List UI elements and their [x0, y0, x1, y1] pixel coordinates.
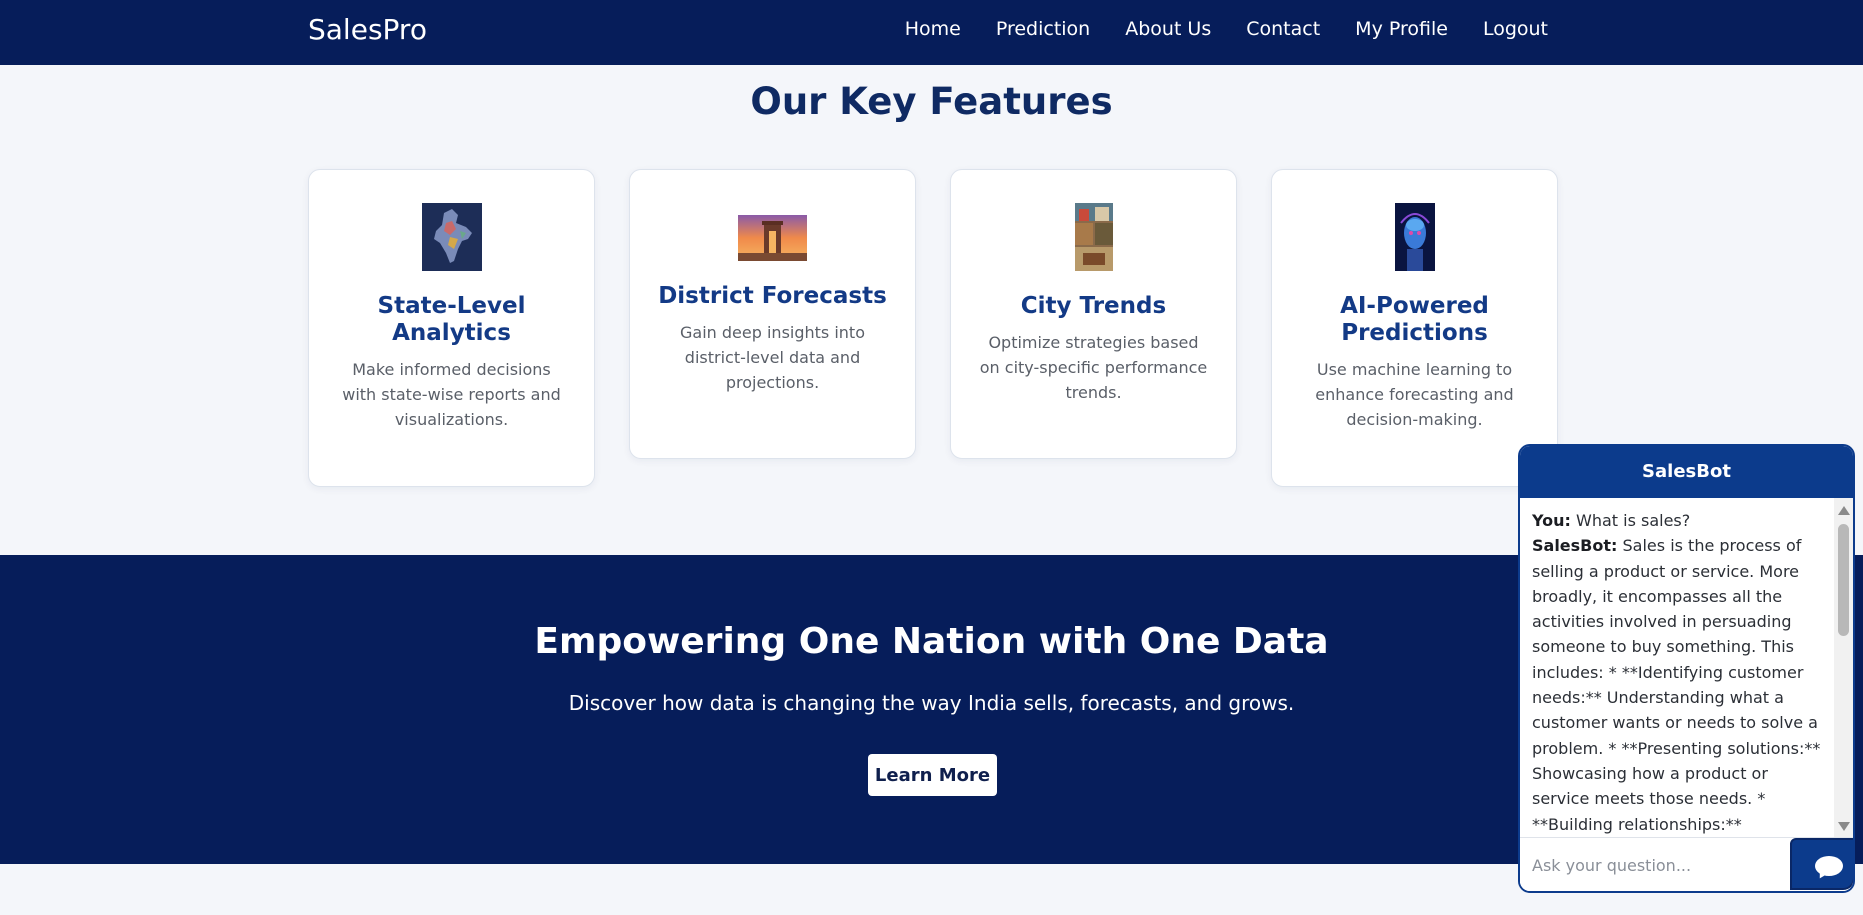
chatbot-widget: SalesBot You: What is sales? SalesBot: S… [1518, 444, 1855, 893]
scroll-up-arrow-icon[interactable] [1838, 506, 1850, 515]
message-text: Sales is the process of selling a produc… [1532, 536, 1821, 834]
chat-scrollbar[interactable] [1834, 498, 1853, 839]
card-title: State-Level Analytics [377, 293, 526, 346]
card-desc: Optimize strategies based on city-specif… [979, 333, 1208, 402]
chat-send-button[interactable] [1790, 838, 1853, 890]
card-desc: Gain deep insights into district-level d… [680, 323, 865, 392]
india-gate-image [738, 215, 807, 261]
message-text: What is sales? [1576, 511, 1691, 530]
india-map-image [421, 203, 482, 271]
chatbot-header: SalesBot [1520, 446, 1853, 498]
nav-contact[interactable]: Contact [1246, 18, 1320, 40]
scrollbar-thumb[interactable] [1838, 524, 1849, 636]
message-sender: SalesBot: [1532, 536, 1618, 556]
feature-card-ai-predictions: AI-Powered Predictions Use machine learn… [1271, 169, 1558, 487]
card-title: City Trends [1020, 293, 1167, 319]
nav-prediction[interactable]: Prediction [996, 18, 1090, 40]
city-collage-image [1074, 203, 1113, 271]
nav-home[interactable]: Home [905, 18, 961, 40]
card-desc: Use machine learning to enhance forecast… [1315, 360, 1514, 429]
features-title: Our Key Features [750, 80, 1113, 123]
card-title: AI-Powered Predictions [1340, 293, 1489, 346]
chat-bubble-icon [1815, 856, 1843, 876]
nav-about-us[interactable]: About Us [1125, 18, 1211, 40]
chat-messages[interactable]: You: What is sales? SalesBot: Sales is t… [1520, 498, 1836, 839]
navbar: SalesPro Home Prediction About Us Contac… [0, 0, 1863, 65]
scroll-down-arrow-icon[interactable] [1838, 822, 1850, 831]
chat-input-bar [1520, 837, 1853, 891]
chat-message-user: You: What is sales? [1532, 508, 1824, 533]
card-title: District Forecasts [658, 283, 887, 309]
feature-card-city-trends: City Trends Optimize strategies based on… [950, 169, 1237, 459]
feature-card-state-analytics: State-Level Analytics Make informed deci… [308, 169, 595, 487]
chat-question-input[interactable] [1520, 838, 1790, 891]
nav-my-profile[interactable]: My Profile [1355, 18, 1448, 40]
nav-logout[interactable]: Logout [1483, 18, 1548, 40]
feature-card-district-forecasts: District Forecasts Gain deep insights in… [629, 169, 916, 459]
message-sender: You: [1532, 511, 1571, 530]
brand-logo[interactable]: SalesPro [308, 13, 427, 46]
card-desc: Make informed decisions with state-wise … [342, 360, 561, 429]
learn-more-button[interactable]: Learn More [868, 754, 997, 796]
nav-links: Home Prediction About Us Contact My Prof… [905, 0, 1548, 58]
ai-robot-image [1394, 203, 1435, 271]
chat-message-bot: SalesBot: Sales is the process of sellin… [1532, 533, 1824, 839]
